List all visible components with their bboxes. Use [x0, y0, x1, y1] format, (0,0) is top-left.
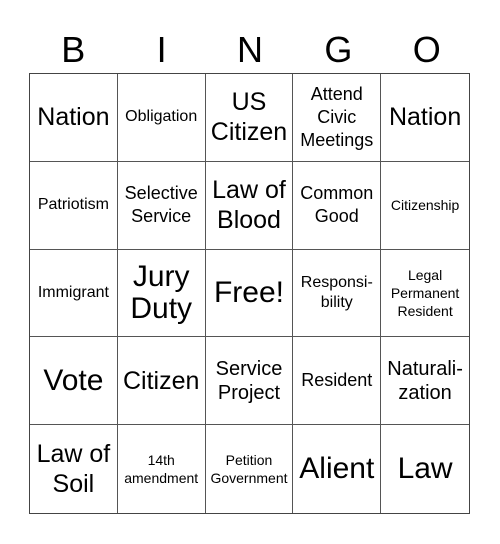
bingo-cell[interactable]: Naturali- zation — [381, 337, 469, 426]
bingo-cell-label: Naturali- zation — [387, 357, 463, 404]
header-letter-o: O — [412, 29, 441, 70]
bingo-cell-label: 14th amendment — [124, 452, 199, 487]
bingo-cell[interactable]: Service Project — [205, 337, 294, 426]
bingo-cell[interactable]: Citizenship — [381, 162, 469, 250]
bingo-cell[interactable]: Selective Service — [117, 161, 206, 250]
bingo-header: B I N G O — [29, 28, 471, 72]
bingo-cell[interactable]: Obligation — [117, 74, 206, 162]
bingo-cell-label: Law of Blood — [212, 176, 286, 235]
bingo-grid: Nation Obligation US Citizen Attend Civic M… — [29, 73, 470, 514]
bingo-cell-label: Attend Civic Meetings — [300, 83, 374, 150]
bingo-cell-label: Patriotism — [37, 196, 109, 214]
bingo-cell-label: Vote — [43, 363, 104, 397]
bingo-cell-label: Nation — [37, 103, 110, 132]
bingo-cell-label: Law — [397, 452, 453, 486]
bingo-cell-label: Responsi- bility — [300, 273, 373, 311]
bingo-cell[interactable]: US Citizen — [205, 74, 294, 162]
bingo-cell[interactable]: Petition Government — [206, 425, 294, 513]
bingo-cell-label: Resident — [301, 370, 373, 391]
bingo-cell-label: US Citizen — [210, 88, 288, 147]
bingo-cell-label: Alient — [299, 452, 375, 486]
bingo-cell-label: Selective Service — [124, 183, 198, 227]
bingo-cell[interactable]: Responsi- bility — [293, 249, 382, 338]
bingo-cell-label: Petition Government — [210, 452, 288, 487]
header-letter-b: B — [61, 29, 86, 70]
bingo-cell-free[interactable]: Free! — [205, 249, 294, 338]
bingo-cell[interactable]: Law of Soil — [30, 425, 118, 513]
bingo-cell-label: Jury Duty — [130, 259, 193, 325]
bingo-cell[interactable]: Nation — [381, 74, 469, 162]
bingo-cell[interactable]: Resident — [293, 337, 382, 426]
bingo-cell-label: Immigrant — [37, 283, 109, 301]
bingo-cell-label: Obligation — [125, 108, 198, 126]
bingo-cell-label: Law of Soil — [36, 440, 111, 499]
bingo-cell[interactable]: 14th amendment — [118, 425, 206, 513]
bingo-cell[interactable]: Jury Duty — [117, 249, 206, 338]
bingo-cell[interactable]: Immigrant — [30, 249, 118, 338]
header-letter-g: G — [324, 29, 353, 70]
bingo-cell[interactable]: Alient — [293, 425, 382, 513]
bingo-cell-label: Citizenship — [390, 197, 460, 214]
bingo-cell-label: Nation — [388, 103, 462, 132]
bingo-cell-label: Free! — [213, 275, 284, 309]
bingo-cell[interactable]: Nation — [30, 74, 118, 162]
bingo-cell[interactable]: Common Good — [293, 161, 382, 250]
bingo-cell[interactable]: Attend Civic Meetings — [293, 74, 382, 162]
header-letter-n: N — [236, 29, 263, 70]
bingo-cell[interactable]: Patriotism — [30, 161, 118, 250]
bingo-cell[interactable]: Vote — [30, 337, 118, 426]
bingo-cell-label: Service Project — [215, 357, 283, 404]
bingo-cell-label: Legal Permanent Resident — [390, 266, 460, 319]
bingo-cell[interactable]: Law — [381, 425, 469, 513]
bingo-cell[interactable]: Legal Permanent Resident — [381, 250, 469, 338]
bingo-cell[interactable]: Law of Blood — [205, 161, 294, 250]
bingo-cell-label: Citizen — [122, 366, 200, 395]
bingo-cell[interactable]: Citizen — [117, 337, 206, 426]
bingo-cell-label: Common Good — [300, 183, 374, 227]
header-letter-i: I — [156, 29, 167, 70]
